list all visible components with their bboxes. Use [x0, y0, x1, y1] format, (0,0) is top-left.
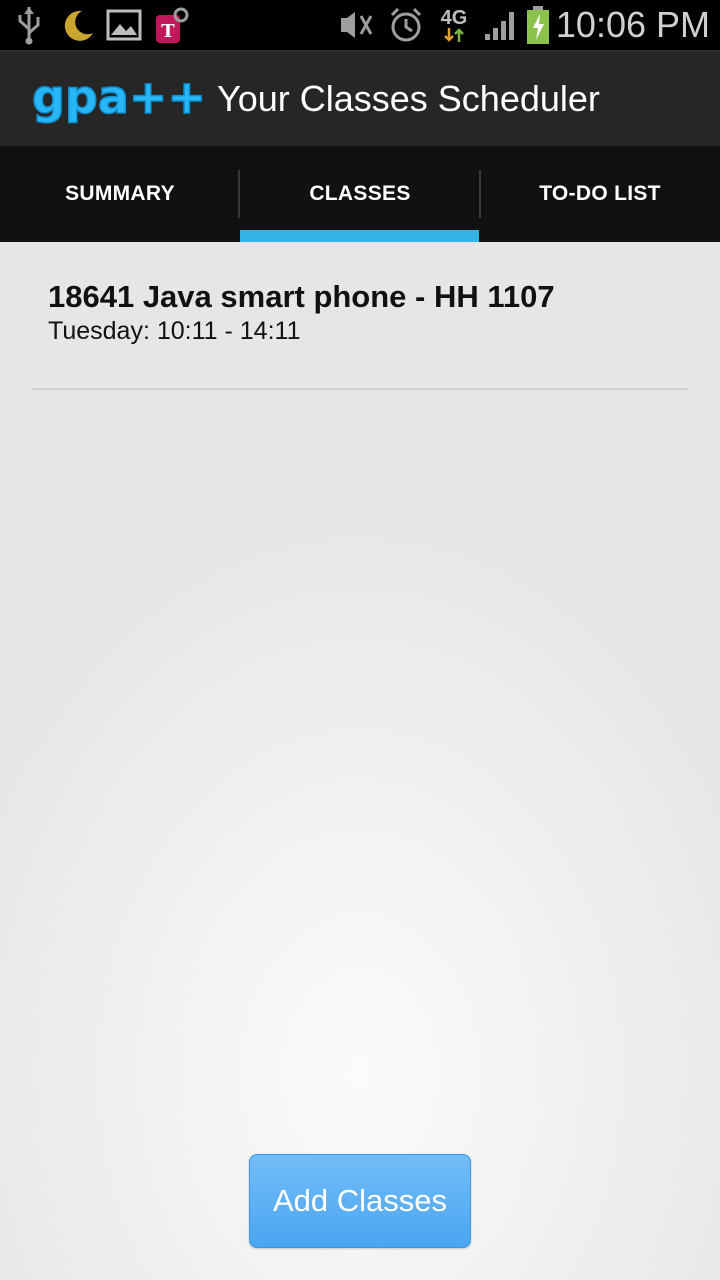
- tab-bar: SUMMARY CLASSES TO-DO LIST: [0, 146, 720, 242]
- classes-content: 18641 Java smart phone - HH 1107 Tuesday…: [0, 242, 720, 1280]
- class-schedule: Tuesday: 10:11 - 14:11: [48, 317, 301, 345]
- 4g-icon: 4G: [434, 0, 474, 50]
- app-title: Your Classes Scheduler: [217, 78, 600, 119]
- svg-text:gpa++: gpa++: [32, 73, 202, 124]
- alarm-icon: [386, 0, 426, 50]
- list-item[interactable]: 18641 Java smart phone - HH 1107 Tuesday…: [48, 278, 688, 346]
- svg-text:T: T: [161, 21, 175, 42]
- signal-icon: [482, 0, 520, 50]
- selected-tab-indicator: [240, 230, 479, 242]
- clock: 10:06 PM: [555, 4, 710, 45]
- tab-summary[interactable]: SUMMARY: [0, 146, 240, 242]
- app-logo: gpa++: [31, 69, 206, 125]
- list-divider: [32, 388, 688, 390]
- battery-charging-icon: [524, 0, 552, 50]
- mute-icon: [336, 0, 376, 50]
- carrier-t-icon: T: [152, 0, 192, 50]
- tab-todo-list[interactable]: TO-DO LIST: [480, 146, 720, 242]
- status-bar: T 4G 10:06 PM: [0, 0, 720, 50]
- night-mode-icon: [58, 0, 98, 50]
- tab-classes[interactable]: CLASSES: [240, 146, 480, 242]
- gallery-icon: [104, 0, 144, 50]
- class-title: 18641 Java smart phone - HH 1107: [48, 279, 555, 314]
- add-classes-button[interactable]: Add Classes: [249, 1154, 471, 1248]
- action-bar: gpa++ Your Classes Scheduler: [0, 50, 720, 147]
- usb-icon: [12, 0, 46, 50]
